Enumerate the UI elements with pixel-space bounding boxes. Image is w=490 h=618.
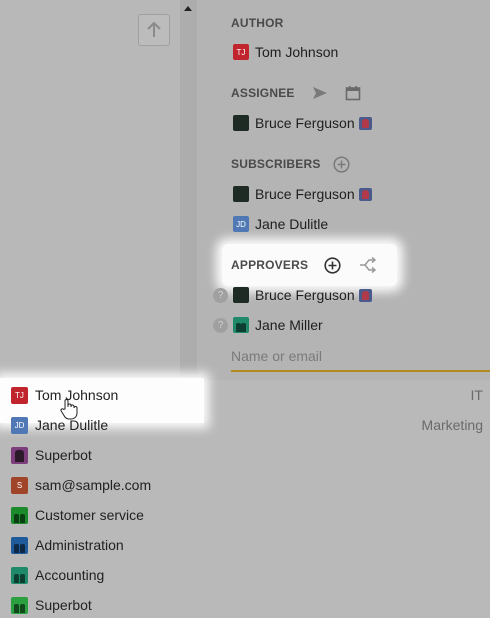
plus-circle-icon bbox=[323, 256, 341, 274]
arrow-up-icon bbox=[147, 21, 161, 37]
avatar bbox=[233, 186, 249, 202]
shuffle-icon bbox=[359, 257, 376, 273]
plus-circle-icon bbox=[332, 155, 350, 173]
left-column bbox=[0, 0, 180, 380]
dropdown-item[interactable]: Superbot bbox=[0, 440, 490, 470]
assignee-name: Bruce Ferguson bbox=[255, 115, 355, 131]
assignee-heading: ASSIGNEE bbox=[231, 86, 295, 100]
avatar bbox=[233, 115, 249, 131]
author-heading: AUTHOR bbox=[231, 16, 284, 30]
group-avatar-icon bbox=[233, 317, 249, 333]
approval-status-icon: ? bbox=[213, 288, 228, 303]
group-avatar-icon bbox=[11, 566, 28, 584]
name-or-email-input[interactable] bbox=[231, 342, 490, 372]
dropdown-item-label: Customer service bbox=[35, 507, 144, 523]
group-avatar-icon bbox=[11, 596, 28, 614]
dropdown-item-label: sam@sample.com bbox=[35, 477, 152, 493]
subscribers-heading: SUBSCRIBERS bbox=[231, 157, 321, 171]
avatar: S bbox=[11, 476, 28, 494]
approval-status-icon: ? bbox=[213, 318, 228, 333]
avatar: JD bbox=[233, 216, 249, 232]
approver-name: Jane Miller bbox=[255, 317, 323, 333]
dropdown-item-label: Administration bbox=[35, 537, 124, 553]
approver-item[interactable]: Bruce Ferguson bbox=[233, 287, 372, 303]
avatar: JD bbox=[11, 416, 28, 434]
hand-cursor-icon bbox=[60, 399, 78, 420]
add-approver-button[interactable] bbox=[323, 256, 341, 274]
add-subscriber-button[interactable] bbox=[332, 155, 350, 173]
dropdown-item[interactable]: Superbot bbox=[0, 590, 490, 618]
subscriber-item[interactable]: JD Jane Dulitle bbox=[233, 216, 328, 232]
subscriber-item[interactable]: Bruce Ferguson bbox=[233, 186, 372, 202]
dropdown-item-label: Accounting bbox=[35, 567, 105, 583]
dropdown-item-label: Superbot bbox=[35, 447, 92, 463]
avatar bbox=[233, 287, 249, 303]
dropdown-item[interactable]: Administration bbox=[0, 530, 490, 560]
dropdown-item[interactable]: Accounting bbox=[0, 560, 490, 590]
approvers-heading: APPROVERS bbox=[231, 258, 309, 272]
author-person[interactable]: TJ Tom Johnson bbox=[233, 44, 338, 60]
send-icon[interactable] bbox=[310, 85, 330, 101]
bot-avatar-icon bbox=[11, 446, 28, 464]
avatar: TJ bbox=[233, 44, 249, 60]
subscriber-name: Jane Dulitle bbox=[255, 216, 329, 232]
scroll-up-arrow-icon[interactable] bbox=[184, 6, 192, 11]
approver-name: Bruce Ferguson bbox=[255, 287, 355, 303]
dropdown-item-department: Marketing bbox=[421, 417, 483, 433]
scrollbar[interactable] bbox=[180, 0, 197, 380]
dropdown-item[interactable]: Customer service bbox=[0, 500, 490, 530]
dropdown-item-department: IT bbox=[470, 387, 483, 403]
dropdown-item-label: Superbot bbox=[35, 597, 92, 613]
user-badge-icon bbox=[358, 187, 372, 201]
dropdown-item[interactable]: S sam@sample.com bbox=[0, 470, 490, 500]
group-avatar-icon bbox=[11, 506, 28, 524]
user-badge-icon bbox=[358, 288, 372, 302]
calendar-icon[interactable] bbox=[344, 84, 362, 102]
author-name: Tom Johnson bbox=[255, 44, 339, 60]
scroll-to-top-button[interactable] bbox=[138, 14, 170, 46]
approval-flow-button[interactable] bbox=[358, 256, 378, 274]
assignee-person[interactable]: Bruce Ferguson bbox=[233, 115, 372, 131]
group-avatar-icon bbox=[11, 536, 28, 554]
avatar: TJ bbox=[11, 386, 28, 404]
user-badge-icon bbox=[358, 116, 372, 130]
approver-item[interactable]: Jane Miller bbox=[233, 317, 323, 333]
subscriber-name: Bruce Ferguson bbox=[255, 186, 355, 202]
